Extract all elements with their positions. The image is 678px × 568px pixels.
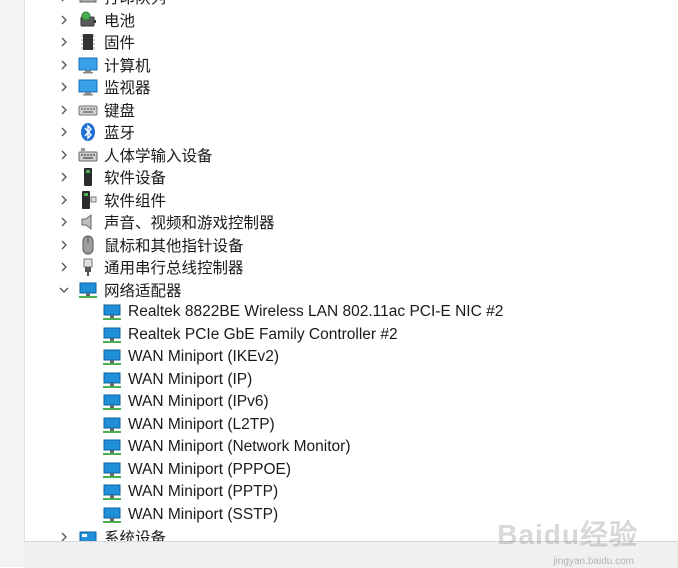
tree-item-battery[interactable]: 电池 <box>24 9 678 32</box>
network-adapter-icon <box>102 347 122 367</box>
tree-item-label: 键盘 <box>104 102 136 120</box>
network-adapter-icon <box>102 302 122 322</box>
tree-item-hid[interactable]: 人体学输入设备 <box>24 144 678 167</box>
network-adapter-icon <box>102 437 122 457</box>
network-adapter-item[interactable]: Realtek PCIe GbE Family Controller #2 <box>24 324 678 347</box>
network-adapter-label: WAN Miniport (L2TP) <box>128 415 275 433</box>
tree-item-label: 人体学输入设备 <box>104 147 213 165</box>
network-adapter-icon <box>102 392 122 412</box>
keyboard-icon <box>78 100 98 120</box>
bluetooth-icon <box>78 122 98 142</box>
network-adapter-icon <box>78 280 98 300</box>
speaker-icon <box>78 212 98 232</box>
tree-item-keyboard[interactable]: 键盘 <box>24 99 678 122</box>
expand-chevron-icon[interactable] <box>58 121 70 143</box>
tree-item-usb[interactable]: 通用串行总线控制器 <box>24 256 678 279</box>
tree-item-label: 软件设备 <box>104 170 167 188</box>
tree-item-label: 固件 <box>104 35 136 53</box>
tree-item-bluetooth[interactable]: 蓝牙 <box>24 121 678 144</box>
network-adapter-item[interactable]: WAN Miniport (IPv6) <box>24 391 678 414</box>
network-adapter-label: WAN Miniport (IKEv2) <box>128 348 280 366</box>
expand-chevron-icon[interactable] <box>58 166 70 188</box>
expand-chevron-icon[interactable] <box>58 99 70 121</box>
expand-chevron-icon[interactable] <box>58 31 70 53</box>
expand-chevron-icon[interactable] <box>58 54 70 76</box>
tree-item-label: 网络适配器 <box>104 282 182 300</box>
network-adapter-icon <box>102 460 122 480</box>
network-adapter-item[interactable]: WAN Miniport (L2TP) <box>24 414 678 437</box>
watermark-logo: Baidu经验 <box>497 519 638 550</box>
tree-item-label: 打印队列 <box>104 0 166 8</box>
expand-chevron-icon[interactable] <box>58 211 70 233</box>
network-adapter-item[interactable]: WAN Miniport (IP) <box>24 369 678 392</box>
expand-chevron-icon[interactable] <box>58 189 70 211</box>
network-adapter-icon <box>102 415 122 435</box>
tree-item-label: 蓝牙 <box>104 125 136 143</box>
network-adapter-item[interactable]: WAN Miniport (IKEv2) <box>24 346 678 369</box>
tree-item-label: 监视器 <box>104 80 151 98</box>
tree-item-label: 软件组件 <box>104 192 167 210</box>
watermark: Baidu经验 <box>497 513 638 553</box>
tree-item-printer-queue[interactable]: 打印队列 <box>24 0 678 9</box>
network-adapter-item[interactable]: WAN Miniport (PPTP) <box>24 481 678 504</box>
tree-item-label: 通用串行总线控制器 <box>104 260 244 278</box>
device-tree: 打印队列 电池 固件 计算机 监视器 键盘 蓝牙 人体学输入设备 <box>24 0 678 549</box>
network-adapter-icon <box>102 370 122 390</box>
tree-item-sound-video-game[interactable]: 声音、视频和游戏控制器 <box>24 211 678 234</box>
battery-icon <box>78 10 98 30</box>
network-adapter-label: WAN Miniport (PPPOE) <box>128 460 292 478</box>
usb-icon <box>78 257 98 277</box>
mouse-icon <box>78 235 98 255</box>
expand-chevron-icon[interactable] <box>58 144 70 166</box>
network-adapter-item[interactable]: WAN Miniport (PPPOE) <box>24 459 678 482</box>
network-adapter-icon <box>102 325 122 345</box>
monitor-icon <box>78 77 98 97</box>
software-device-icon <box>78 167 98 187</box>
network-adapter-item[interactable]: WAN Miniport (Network Monitor) <box>24 436 678 459</box>
left-margin-strip <box>0 0 25 567</box>
expand-chevron-icon[interactable] <box>58 256 70 278</box>
tree-item-mouse[interactable]: 鼠标和其他指针设备 <box>24 234 678 257</box>
watermark-url: jingyan.baidu.com <box>553 556 634 567</box>
network-adapter-icon <box>102 482 122 502</box>
network-adapter-label: Realtek 8822BE Wireless LAN 802.11ac PCI… <box>128 303 504 321</box>
tree-item-network-adapters[interactable]: 网络适配器 <box>24 279 678 302</box>
printer-icon <box>78 0 98 7</box>
network-adapter-label: WAN Miniport (SSTP) <box>128 505 279 523</box>
tree-item-software-component[interactable]: 软件组件 <box>24 189 678 212</box>
tree-item-label: 电池 <box>104 12 136 30</box>
network-adapter-item[interactable]: Realtek 8822BE Wireless LAN 802.11ac PCI… <box>24 301 678 324</box>
computer-monitor-icon <box>78 55 98 75</box>
hid-keyboard-icon <box>78 145 98 165</box>
network-adapter-label: WAN Miniport (IP) <box>128 370 253 388</box>
expand-chevron-icon[interactable] <box>58 76 70 98</box>
expand-chevron-icon[interactable] <box>58 9 70 31</box>
network-adapter-label: WAN Miniport (PPTP) <box>128 483 279 501</box>
network-adapter-label: WAN Miniport (IPv6) <box>128 393 269 411</box>
network-adapter-label: WAN Miniport (Network Monitor) <box>128 438 351 456</box>
tree-item-monitor[interactable]: 监视器 <box>24 76 678 99</box>
tree-item-label: 计算机 <box>104 57 151 75</box>
network-adapter-label: Realtek PCIe GbE Family Controller #2 <box>128 325 398 343</box>
firmware-chip-icon <box>78 32 98 52</box>
network-adapter-icon <box>102 505 122 525</box>
collapse-chevron-icon[interactable] <box>58 279 70 301</box>
tree-item-firmware[interactable]: 固件 <box>24 31 678 54</box>
tree-item-computer[interactable]: 计算机 <box>24 54 678 77</box>
expand-chevron-icon[interactable] <box>58 0 70 8</box>
tree-item-label: 鼠标和其他指针设备 <box>104 237 244 255</box>
expand-chevron-icon[interactable] <box>58 234 70 256</box>
tree-item-label: 声音、视频和游戏控制器 <box>104 215 275 233</box>
tree-item-software-device[interactable]: 软件设备 <box>24 166 678 189</box>
software-component-icon <box>78 190 98 210</box>
